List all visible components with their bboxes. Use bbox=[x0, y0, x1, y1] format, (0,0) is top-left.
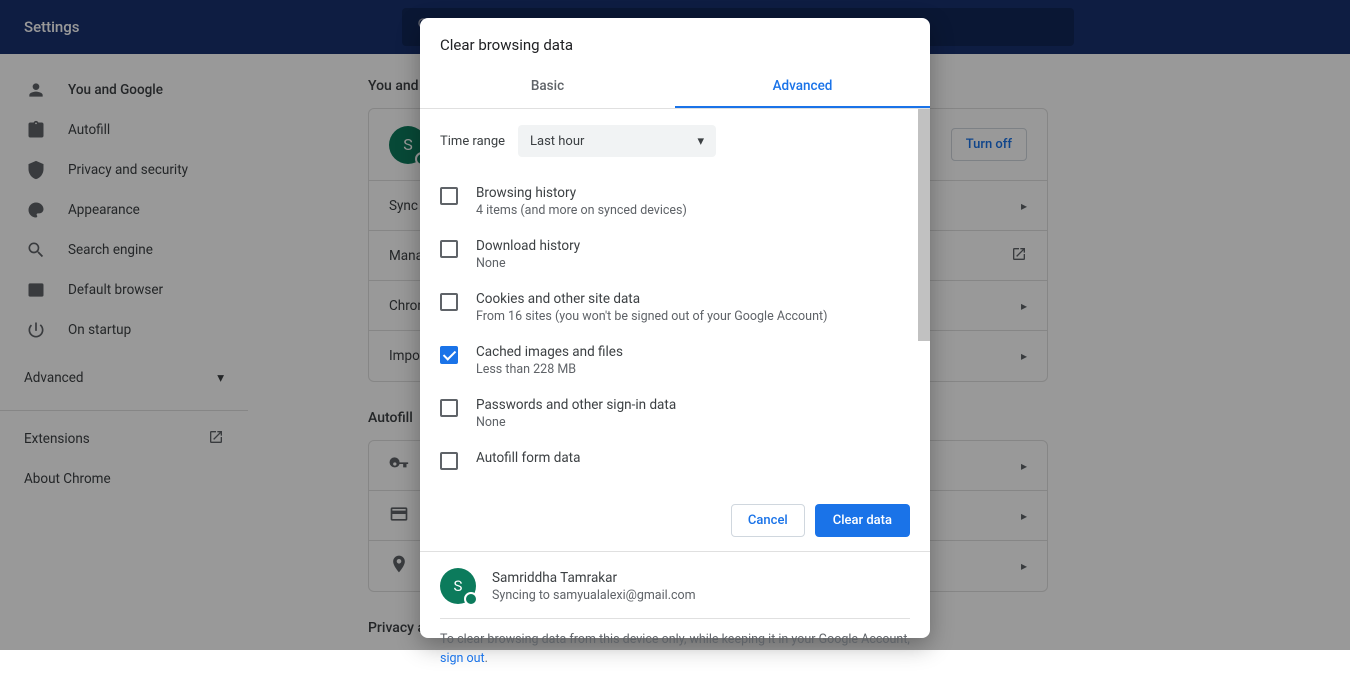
clear-option-row: Cookies and other site data From 16 sites… bbox=[440, 281, 902, 334]
time-range-select[interactable]: Last hour ▾ bbox=[518, 125, 716, 157]
option-title: Cookies and other site data bbox=[476, 291, 827, 307]
footer-user: S Samriddha Tamrakar Syncing to samyuala… bbox=[440, 568, 910, 604]
option-title: Autofill form data bbox=[476, 450, 580, 466]
dialog-title: Clear browsing data bbox=[420, 18, 930, 66]
user-status: Syncing to samyualalexi@gmail.com bbox=[492, 588, 696, 603]
note-suffix: . bbox=[485, 651, 488, 666]
dialog-footer: S Samriddha Tamrakar Syncing to samyuala… bbox=[420, 551, 930, 689]
option-title: Cached images and files bbox=[476, 344, 623, 360]
dialog-tabs: Basic Advanced bbox=[420, 66, 930, 109]
checkbox[interactable] bbox=[440, 187, 458, 205]
option-subtitle: Less than 228 MB bbox=[476, 362, 623, 377]
option-title: Download history bbox=[476, 238, 580, 254]
option-title: Passwords and other sign-in data bbox=[476, 397, 676, 413]
clear-option-row: Autofill form data bbox=[440, 440, 902, 480]
user-name: Samriddha Tamrakar bbox=[492, 570, 696, 586]
checkbox[interactable] bbox=[440, 452, 458, 470]
scrollbar[interactable] bbox=[918, 109, 930, 341]
avatar-initial: S bbox=[454, 577, 463, 595]
tab-basic[interactable]: Basic bbox=[420, 66, 675, 108]
option-subtitle: From 16 sites (you won't be signed out o… bbox=[476, 309, 827, 324]
clear-browsing-data-dialog: Clear browsing data Basic Advanced Time … bbox=[420, 18, 930, 638]
sync-badge-icon bbox=[464, 592, 478, 606]
cancel-button[interactable]: Cancel bbox=[731, 504, 805, 537]
dialog-actions: Cancel Clear data bbox=[420, 490, 930, 551]
checkbox[interactable] bbox=[440, 240, 458, 258]
option-subtitle: None bbox=[476, 256, 580, 271]
sign-out-link[interactable]: sign out bbox=[440, 651, 485, 666]
clear-option-row: Cached images and files Less than 228 MB bbox=[440, 334, 902, 387]
checkbox[interactable] bbox=[440, 399, 458, 417]
option-subtitle: None bbox=[476, 415, 676, 430]
clear-option-row: Browsing history 4 items (and more on syn… bbox=[440, 175, 902, 228]
option-title: Browsing history bbox=[476, 185, 687, 201]
tab-advanced[interactable]: Advanced bbox=[675, 66, 930, 108]
divider bbox=[440, 618, 910, 619]
avatar: S bbox=[440, 568, 476, 604]
modal-overlay: Clear browsing data Basic Advanced Time … bbox=[0, 0, 1350, 650]
time-range-row: Time range Last hour ▾ bbox=[440, 125, 902, 157]
dialog-body: Time range Last hour ▾ Browsing history 4… bbox=[420, 109, 930, 490]
checkbox[interactable] bbox=[440, 346, 458, 364]
checkbox[interactable] bbox=[440, 293, 458, 311]
clear-data-button[interactable]: Clear data bbox=[815, 504, 910, 537]
dropdown-arrow-icon: ▾ bbox=[697, 134, 704, 149]
clear-option-row: Download history None bbox=[440, 228, 902, 281]
time-range-label: Time range bbox=[440, 134, 518, 149]
clear-option-row: Passwords and other sign-in data None bbox=[440, 387, 902, 440]
time-range-value: Last hour bbox=[530, 134, 584, 149]
note-text: To clear browsing data from this device … bbox=[440, 632, 910, 647]
option-subtitle: 4 items (and more on synced devices) bbox=[476, 203, 687, 218]
